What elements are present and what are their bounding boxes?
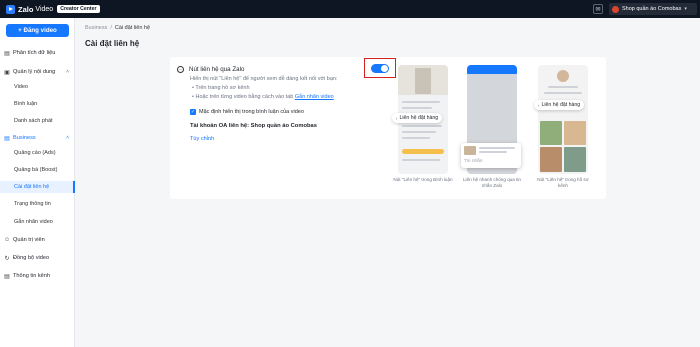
setting-title: Nút liên hệ qua Zalo — [189, 66, 245, 73]
video-thumbnail — [564, 147, 586, 172]
pill-label: Liên hệ đặt hàng — [399, 115, 439, 121]
chevron-up-icon: ˄ — [66, 135, 69, 141]
brand[interactable]: Zalo Video Creator Center — [6, 4, 100, 14]
video-thumbnail — [540, 147, 562, 172]
breadcrumb-separator: / — [110, 25, 112, 31]
chat-bubble-icon: ⋯ — [177, 66, 184, 73]
sidebar-item-video[interactable]: Video — [0, 81, 75, 93]
sidebar-item-playlists[interactable]: Danh sách phát — [0, 115, 75, 127]
video-thumbnail — [564, 121, 586, 145]
sidebar-item-label: Thông tin kênh — [13, 273, 51, 279]
pill-label: Liên hệ đặt hàng — [541, 102, 581, 108]
default-comment-option[interactable]: ✓ Mặc định hiển thị trong bình luận của … — [190, 109, 304, 115]
message-popup: Tin nhắn — [461, 143, 521, 168]
info-icon: ▤ — [4, 273, 10, 280]
oa-account-line: Tài khoản OA liên hệ: Shop quần áo Comob… — [190, 123, 318, 129]
product-thumbnail — [464, 146, 476, 155]
breadcrumb-current: Cài đặt liên hệ — [114, 25, 151, 31]
chevron-icon: ‹ — [396, 115, 398, 121]
sidebar-item-label: Business — [13, 135, 36, 141]
video-tagging-link[interactable]: Gắn nhãn video — [295, 94, 334, 100]
chevron-up-icon: ˄ — [66, 69, 69, 75]
comment-line — [402, 159, 440, 161]
sidebar-item-info-page[interactable]: Trạng thông tin — [0, 198, 75, 210]
chevron-icon: ‹ — [538, 102, 540, 108]
bullet-video: • Hoặc trên từng video bằng cách vào tab… — [192, 94, 334, 100]
sidebar-item-content[interactable]: ▣ Quản lý nội dung ˄ — [0, 67, 75, 77]
contact-settings-card: ⋯ Nút liên hệ qua Zalo Hiển thị nút "Liê… — [170, 57, 606, 199]
sidebar-item-business[interactable]: ▤ Business ˄ — [0, 133, 75, 143]
comment-line — [402, 137, 430, 139]
preview-caption: Nút "Liên hệ" trong Bình luận — [393, 177, 453, 182]
comment-line — [402, 125, 442, 127]
page-title: Cài đặt liên hệ — [85, 39, 140, 48]
sidebar-item-label: Phân tích dữ liệu — [13, 50, 56, 56]
bullet-profile: • Trên trang hồ sơ kênh — [192, 85, 250, 91]
sidebar-item-comments[interactable]: Bình luận — [0, 98, 75, 110]
emoji-row — [402, 149, 444, 154]
preview-contact-pill: ‹ Liên hệ đặt hàng — [392, 113, 443, 123]
sidebar: + Đăng video ▤ Phân tích dữ liệu ▣ Quản … — [0, 18, 75, 347]
profile-line — [548, 86, 578, 88]
preview-caption: Nút "Liên hệ" trong hồ sơ kênh — [537, 177, 589, 189]
zalo-video-logo-icon — [6, 4, 15, 14]
customize-link[interactable]: Tùy chỉnh — [190, 136, 214, 142]
sidebar-item-admins[interactable]: ☺ Quản trị viên — [0, 235, 75, 245]
sidebar-item-contact-settings[interactable]: Cài đặt liên hệ — [0, 181, 75, 193]
preview-contact-pill: ‹ Liên hệ đặt hàng — [534, 100, 585, 110]
account-name: Shop quần áo Comobas — [622, 6, 682, 12]
toggle-highlight-box — [364, 58, 396, 78]
message-line — [479, 147, 515, 149]
sidebar-item-ads[interactable]: Quảng cáo (Ads) — [0, 147, 75, 159]
profile-line — [544, 92, 582, 94]
video-thumbnail — [540, 121, 562, 145]
creator-center-badge: Creator Center — [57, 5, 100, 13]
sidebar-item-label: Đồng bộ video — [13, 255, 50, 261]
sidebar-item-analytics[interactable]: ▤ Phân tích dữ liệu — [0, 48, 75, 58]
preview-profile-phone — [538, 65, 588, 174]
content-icon: ▣ — [4, 69, 10, 76]
preview-caption: Liên hệ nhanh chóng qua tin nhắn Zalo — [463, 177, 521, 189]
notification-bell-icon[interactable]: ✉ — [593, 4, 603, 14]
comment-line — [402, 101, 440, 103]
setting-description: Hiển thị nút "Liên hệ" để người xem dễ d… — [190, 76, 338, 82]
chat-header — [467, 65, 517, 74]
message-input: Tin nhắn — [464, 159, 483, 164]
sidebar-item-sync[interactable]: ↻ Đồng bộ video — [0, 253, 75, 263]
analytics-icon: ▤ — [4, 50, 10, 57]
bullet-text: Trên trang hồ sơ kênh — [195, 85, 250, 91]
contact-button-toggle[interactable] — [371, 64, 389, 73]
comment-line — [402, 131, 436, 133]
sidebar-item-boost[interactable]: Quảng bá (Boost) — [0, 164, 75, 176]
checkbox-label: Mặc định hiển thị trong bình luận của vi… — [199, 109, 304, 115]
admin-icon: ☺ — [3, 237, 11, 243]
brand-sub: Video — [35, 5, 54, 13]
business-icon: ▤ — [4, 135, 10, 142]
top-bar: Zalo Video Creator Center ✉ Shop quần áo… — [0, 0, 700, 18]
sync-icon: ↻ — [4, 255, 10, 262]
sidebar-item-channel-info[interactable]: ▤ Thông tin kênh — [0, 271, 75, 281]
comment-line — [402, 107, 432, 109]
avatar — [557, 70, 569, 82]
chevron-down-icon: ▾ — [684, 6, 687, 12]
check-icon[interactable]: ✓ — [190, 109, 196, 115]
sidebar-item-label: Quản trị viên — [13, 237, 45, 243]
message-line — [479, 151, 507, 153]
breadcrumb-parent[interactable]: Business — [85, 25, 107, 31]
brand-name: Zalo — [18, 4, 34, 14]
account-switcher[interactable]: Shop quần áo Comobas ▾ — [609, 3, 697, 15]
sidebar-item-label: Quản lý nội dung — [13, 69, 56, 75]
setting-header: ⋯ Nút liên hệ qua Zalo — [177, 66, 244, 73]
bullet-text: Hoặc trên từng video bằng cách vào tab — [195, 94, 295, 100]
upload-video-button[interactable]: + Đăng video — [6, 24, 69, 37]
avatar — [612, 5, 619, 13]
breadcrumb: Business / Cài đặt liên hệ — [85, 25, 150, 31]
video-thumbnail — [415, 68, 431, 94]
sidebar-item-video-tagging[interactable]: Gắn nhãn video — [0, 216, 75, 228]
